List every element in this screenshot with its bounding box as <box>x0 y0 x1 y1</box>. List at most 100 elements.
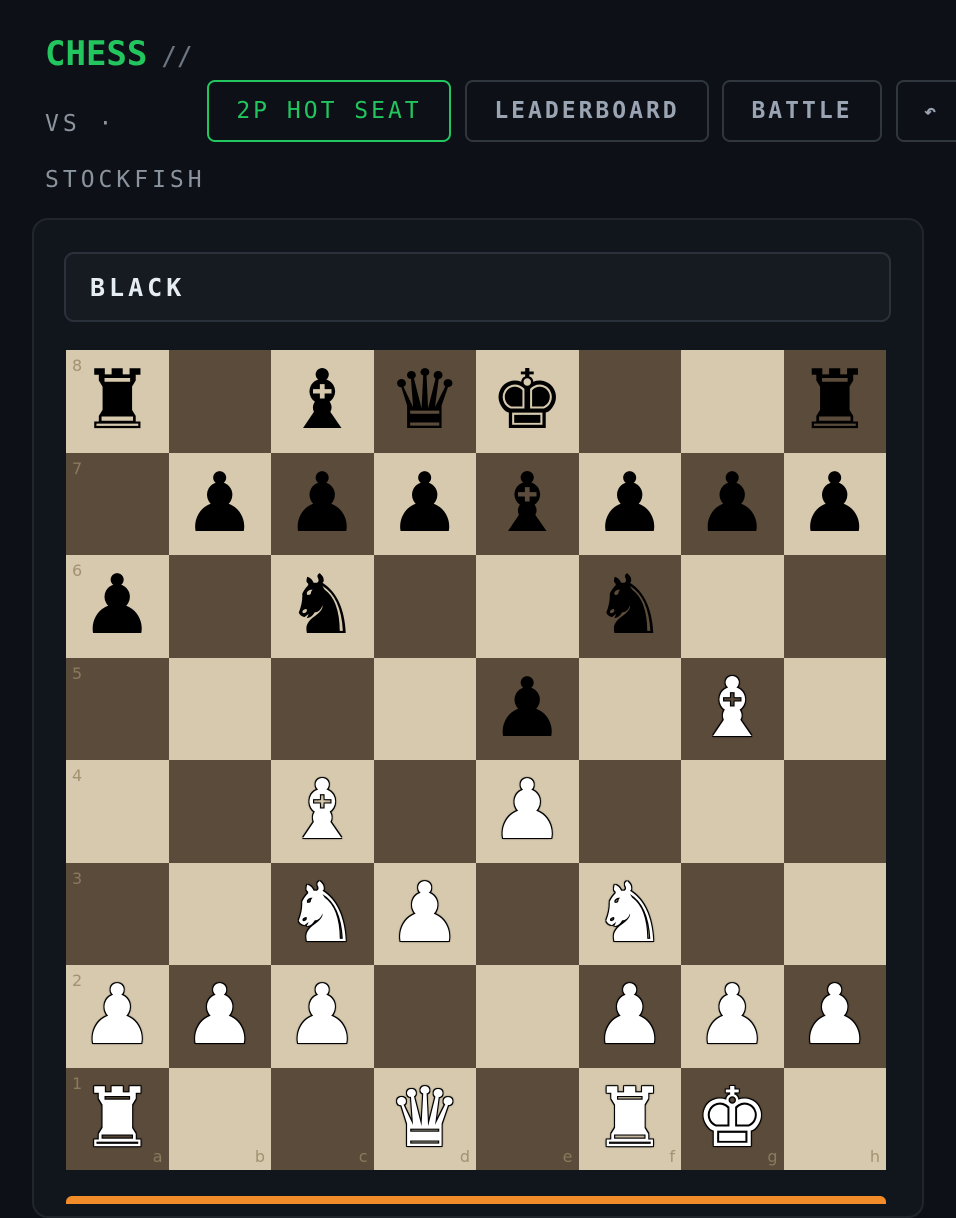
square-c1[interactable]: c <box>271 1067 374 1170</box>
black-pawn-icon[interactable]: ♟ <box>798 462 872 545</box>
square-d3[interactable]: ♟ <box>373 862 476 965</box>
black-pawn-icon[interactable]: ♟ <box>490 667 564 750</box>
square-f2[interactable]: ♟ <box>578 965 681 1068</box>
square-e1[interactable]: e <box>476 1067 579 1170</box>
white-pawn-icon[interactable]: ♟ <box>593 975 667 1057</box>
square-d4[interactable] <box>373 760 476 863</box>
square-a2[interactable]: 2 ♟ <box>66 965 169 1068</box>
black-bishop-icon[interactable]: ♝ <box>490 462 564 545</box>
square-g8[interactable] <box>681 350 784 453</box>
square-b8[interactable] <box>168 350 271 453</box>
square-b7[interactable]: ♟ <box>168 452 271 555</box>
square-d7[interactable]: ♟ <box>373 452 476 555</box>
square-e6[interactable] <box>476 555 579 658</box>
square-g3[interactable] <box>681 862 784 965</box>
square-b6[interactable] <box>168 555 271 658</box>
square-h7[interactable]: ♟ <box>783 452 886 555</box>
black-pawn-icon[interactable]: ♟ <box>593 462 667 545</box>
white-rook-icon[interactable]: ♜ <box>593 1077 667 1160</box>
black-pawn-icon[interactable]: ♟ <box>388 462 462 545</box>
white-pawn-icon[interactable]: ♟ <box>695 975 769 1057</box>
square-f5[interactable] <box>578 657 681 760</box>
square-d8[interactable]: ♛ <box>373 350 476 453</box>
black-king-icon[interactable]: ♚ <box>490 360 564 442</box>
square-f6[interactable]: ♞ <box>578 555 681 658</box>
white-pawn-icon[interactable]: ♟ <box>388 872 462 955</box>
square-f1[interactable]: f ♜ <box>578 1067 681 1170</box>
square-h2[interactable]: ♟ <box>783 965 886 1068</box>
hot-seat-button[interactable]: 2P HOT SEAT <box>207 80 451 142</box>
square-a8[interactable]: 8 ♜ <box>66 350 169 453</box>
square-d2[interactable] <box>373 965 476 1068</box>
black-pawn-icon[interactable]: ♟ <box>183 462 257 545</box>
square-f7[interactable]: ♟ <box>578 452 681 555</box>
square-h4[interactable] <box>783 760 886 863</box>
square-a7[interactable]: 7 <box>66 452 169 555</box>
square-a6[interactable]: 6 ♟ <box>66 555 169 658</box>
black-bishop-icon[interactable]: ♝ <box>285 360 359 442</box>
square-d1[interactable]: d ♛ <box>373 1067 476 1170</box>
black-rook-icon[interactable]: ♜ <box>798 360 872 442</box>
square-g7[interactable]: ♟ <box>681 452 784 555</box>
square-h5[interactable] <box>783 657 886 760</box>
square-c2[interactable]: ♟ <box>271 965 374 1068</box>
square-e2[interactable] <box>476 965 579 1068</box>
black-pawn-icon[interactable]: ♟ <box>80 565 154 647</box>
square-f8[interactable] <box>578 350 681 453</box>
white-pawn-icon[interactable]: ♟ <box>80 975 154 1057</box>
white-pawn-icon[interactable]: ♟ <box>183 975 257 1057</box>
white-knight-icon[interactable]: ♞ <box>593 872 667 955</box>
square-b5[interactable] <box>168 657 271 760</box>
square-c7[interactable]: ♟ <box>271 452 374 555</box>
square-b1[interactable]: b <box>168 1067 271 1170</box>
square-f3[interactable]: ♞ <box>578 862 681 965</box>
white-pawn-icon[interactable]: ♟ <box>490 770 564 852</box>
square-c5[interactable] <box>271 657 374 760</box>
square-b2[interactable]: ♟ <box>168 965 271 1068</box>
square-h3[interactable] <box>783 862 886 965</box>
white-pawn-icon[interactable]: ♟ <box>798 975 872 1057</box>
black-rook-icon[interactable]: ♜ <box>80 360 154 442</box>
square-c6[interactable]: ♞ <box>271 555 374 658</box>
white-queen-icon[interactable]: ♛ <box>388 1077 462 1160</box>
white-bishop-icon[interactable]: ♝ <box>695 667 769 750</box>
white-rook-icon[interactable]: ♜ <box>80 1077 154 1160</box>
square-h8[interactable]: ♜ <box>783 350 886 453</box>
white-bishop-icon[interactable]: ♝ <box>285 770 359 852</box>
square-h6[interactable] <box>783 555 886 658</box>
square-d5[interactable] <box>373 657 476 760</box>
square-d6[interactable] <box>373 555 476 658</box>
white-king-icon[interactable]: ♚ <box>695 1077 769 1160</box>
square-e5[interactable]: ♟ <box>476 657 579 760</box>
square-h1[interactable]: h <box>783 1067 886 1170</box>
white-knight-icon[interactable]: ♞ <box>285 872 359 955</box>
black-knight-icon[interactable]: ♞ <box>285 565 359 647</box>
leaderboard-button[interactable]: LEADERBOARD <box>465 80 709 142</box>
square-f4[interactable] <box>578 760 681 863</box>
square-c3[interactable]: ♞ <box>271 862 374 965</box>
undo-button[interactable]: ↶ <box>896 80 956 142</box>
square-e3[interactable] <box>476 862 579 965</box>
square-a4[interactable]: 4 <box>66 760 169 863</box>
square-a1[interactable]: 1 a ♜ <box>66 1067 169 1170</box>
square-c8[interactable]: ♝ <box>271 350 374 453</box>
black-pawn-icon[interactable]: ♟ <box>285 462 359 545</box>
square-g2[interactable]: ♟ <box>681 965 784 1068</box>
square-a5[interactable]: 5 <box>66 657 169 760</box>
white-pawn-icon[interactable]: ♟ <box>285 975 359 1057</box>
square-e8[interactable]: ♚ <box>476 350 579 453</box>
square-e4[interactable]: ♟ <box>476 760 579 863</box>
square-e7[interactable]: ♝ <box>476 452 579 555</box>
square-b3[interactable] <box>168 862 271 965</box>
square-b4[interactable] <box>168 760 271 863</box>
square-g1[interactable]: g ♚ <box>681 1067 784 1170</box>
black-knight-icon[interactable]: ♞ <box>593 565 667 647</box>
battle-button[interactable]: BATTLE <box>722 80 882 142</box>
square-a3[interactable]: 3 <box>66 862 169 965</box>
square-c4[interactable]: ♝ <box>271 760 374 863</box>
square-g4[interactable] <box>681 760 784 863</box>
black-queen-icon[interactable]: ♛ <box>388 360 462 442</box>
square-g6[interactable] <box>681 555 784 658</box>
black-pawn-icon[interactable]: ♟ <box>695 462 769 545</box>
square-g5[interactable]: ♝ <box>681 657 784 760</box>
